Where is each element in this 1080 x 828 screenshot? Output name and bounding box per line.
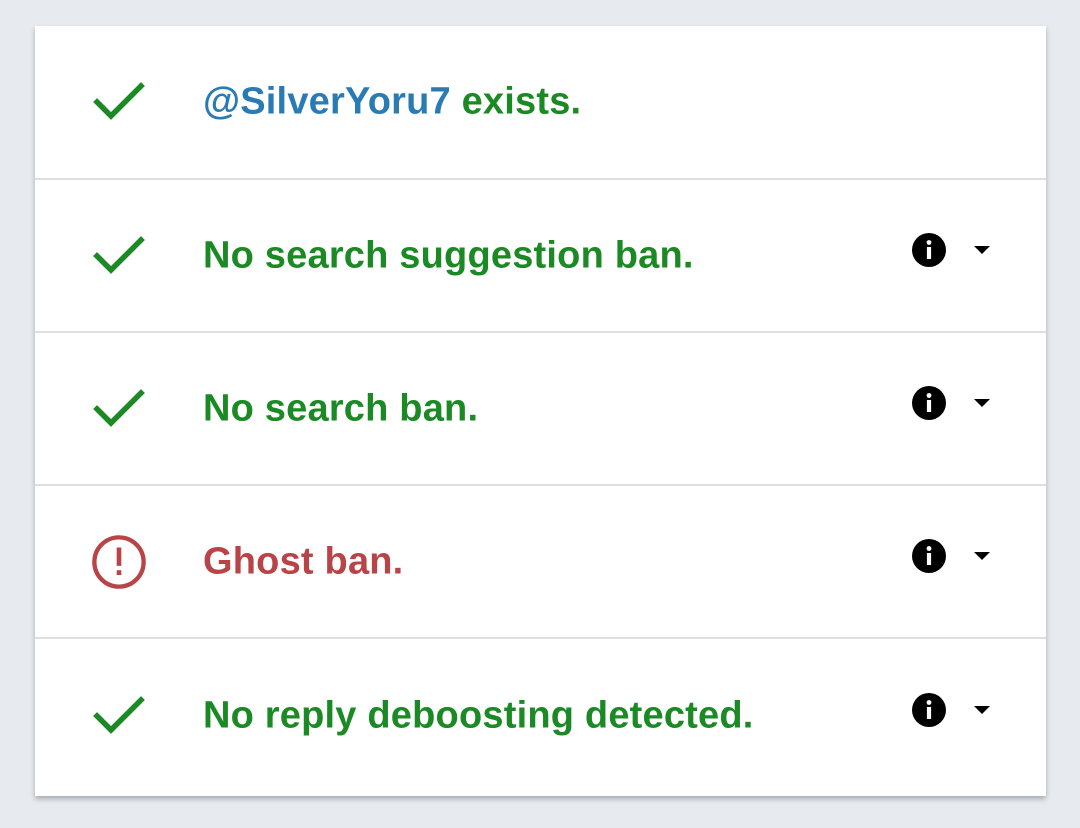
alert-circle-icon (91, 534, 147, 590)
chevron-down-icon[interactable] (973, 551, 991, 561)
results-card: @SilverYoru7 exists. No search suggestio… (35, 26, 1046, 796)
info-icon[interactable] (911, 232, 947, 268)
check-icon (91, 74, 147, 130)
check-icon (91, 381, 147, 437)
result-row-exists: @SilverYoru7 exists. (35, 26, 1046, 180)
result-text-ghost-ban: Ghost ban. (203, 540, 404, 582)
result-text-search-suggestion-ban: No search suggestion ban. (203, 234, 694, 276)
chevron-down-icon[interactable] (973, 705, 991, 715)
result-row-search-suggestion-ban: No search suggestion ban. (35, 180, 1046, 333)
result-text-reply-deboosting: No reply deboosting detected. (203, 694, 754, 736)
info-icon[interactable] (911, 692, 947, 728)
info-icon[interactable] (911, 538, 947, 574)
check-icon (91, 228, 147, 284)
info-toggle-search-ban[interactable] (911, 383, 1001, 423)
info-toggle-reply-deboosting[interactable] (911, 690, 1001, 730)
info-toggle-search-suggestion-ban[interactable] (911, 230, 1001, 270)
result-row-reply-deboosting: No reply deboosting detected. (35, 639, 1046, 792)
chevron-down-icon[interactable] (973, 245, 991, 255)
info-icon[interactable] (911, 385, 947, 421)
account-handle[interactable]: @SilverYoru7 (203, 81, 451, 123)
result-row-ghost-ban: Ghost ban. (35, 486, 1046, 639)
result-text-exists-suffix: exists. (450, 80, 582, 123)
result-text-exists: @SilverYoru7 exists. (203, 81, 581, 124)
result-text-search-ban: No search ban. (203, 387, 479, 429)
check-icon (91, 688, 147, 744)
result-row-search-ban: No search ban. (35, 333, 1046, 486)
info-toggle-ghost-ban[interactable] (911, 536, 1001, 576)
chevron-down-icon[interactable] (973, 398, 991, 408)
